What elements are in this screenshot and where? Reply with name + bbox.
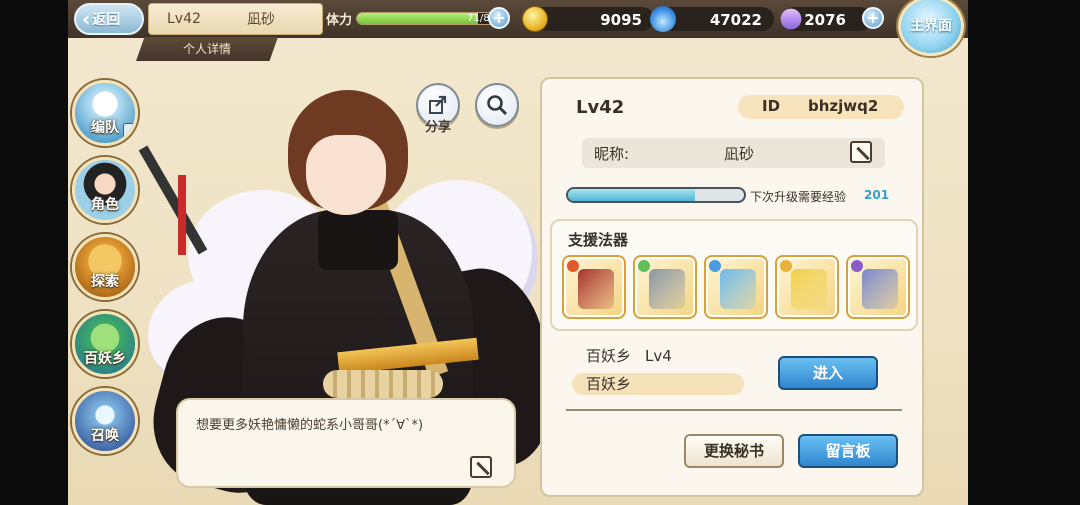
spirit-flame-icon [650,6,676,32]
tassel-icon [178,175,186,255]
home-label: 主界面 [910,18,952,34]
pipe-icon [138,145,208,255]
profile-panel: Lv42 ID bhzjwq2 昵称: 凪砂 下次升级需要经验 201 支援法器… [540,77,924,497]
nickname-field: 昵称: 凪砂 [582,138,885,168]
profile-level: Lv42 [576,97,625,118]
support-items-box: 支援法器 [550,219,918,331]
share-label: 分享 [424,120,451,135]
player-level: Lv42 [167,11,201,27]
add-stamina-button[interactable]: + [488,7,510,29]
village-bar: 百妖乡 [572,373,744,395]
edit-nickname-icon[interactable] [850,141,872,163]
right-frame [968,0,1080,505]
village-info: 百妖乡 Lv4 [586,345,672,366]
side-item-label: 探索 [91,274,119,290]
gem-icon [776,4,806,34]
side-item-summon[interactable]: 召唤 [72,388,138,454]
coin-value: 9095 [600,11,642,29]
side-item-label: 百妖乡 [84,351,126,367]
element-gem-icon [851,260,863,272]
red-fan-item[interactable] [562,255,626,319]
id-value: bhzjwq2 [808,97,879,115]
player-name: 凪砂 [247,12,275,28]
element-gem-icon [709,260,721,272]
character-collar [318,210,398,270]
golden-blade-item[interactable] [775,255,839,319]
purple-sword-item-icon [862,269,898,309]
crossbow-item[interactable] [633,255,697,319]
top-bar: ‹ 返回 Lv42 凪砂 体力 71/81 + 9095 47022 2076 … [68,0,968,38]
red-fan-item-icon [578,269,614,309]
chevron-left-icon: ‹ [82,7,91,31]
player-id-badge[interactable]: ID bhzjwq2 [738,95,904,119]
home-button[interactable]: 主界面 [898,0,964,56]
crossbow-item-icon [649,269,685,309]
spirit-counter: 47022 [650,6,774,32]
speech-bubble: 想要更多妖艳慵懒的蛇系小哥哥(*´∀`*) [176,398,516,488]
back-button[interactable]: ‹ 返回 [74,3,144,35]
exp-label: 下次升级需要经验 [750,190,847,204]
add-gems-button[interactable]: + [862,7,884,29]
bottle-item-icon [720,269,756,309]
edit-speech-icon[interactable] [470,456,492,478]
change-secretary-button[interactable]: 更换秘书 [684,434,784,468]
side-item-team[interactable]: 2 编队 [72,80,138,146]
back-label: 返回 [92,12,121,28]
speech-text: 想要更多妖艳慵懒的蛇系小哥哥(*´∀`*) [196,418,424,433]
support-title: 支援法器 [568,231,629,249]
share-icon [429,95,447,114]
divider [566,409,902,411]
element-gem-icon [638,260,650,272]
left-frame [0,0,68,505]
village-level: Lv4 [645,347,672,365]
side-menu: 2 编队 角色 探索 百妖乡 召唤 [72,80,138,465]
gem-value: 2076 [804,11,846,29]
side-item-label: 召唤 [91,428,119,444]
zoom-button[interactable] [475,83,519,127]
element-gem-icon [567,260,579,272]
bottle-item[interactable] [704,255,768,319]
golden-blade-item-icon [791,269,827,309]
spirit-value: 47022 [709,11,762,29]
coin-icon [522,6,548,32]
side-item-village[interactable]: 百妖乡 [72,311,138,377]
nickname-label: 昵称: [594,145,630,163]
side-item-label: 编队 [91,120,119,136]
side-item-explore[interactable]: 探索 [72,234,138,300]
player-plate: Lv42 凪砂 [148,3,323,35]
element-gem-icon [780,260,792,272]
stamina-meter: 体力 71/81 [326,7,506,31]
purple-sword-item[interactable] [846,255,910,319]
magnifier-icon [487,95,508,116]
character-rope [323,370,443,398]
gem-counter: 2076 [776,4,872,34]
message-board-button[interactable]: 留言板 [798,434,898,468]
personal-details-tab[interactable]: 个人详情 [136,37,278,61]
character-face [306,135,386,215]
exp-fill [568,189,695,201]
village-name: 百妖乡 [586,347,632,365]
stamina-label: 体力 [326,13,353,28]
side-item-label: 角色 [91,197,119,213]
exp-value: 201 [864,188,890,202]
stamina-fill [357,13,479,24]
game-stage: ‹ 返回 Lv42 凪砂 体力 71/81 + 9095 47022 2076 … [68,0,968,505]
id-label: ID [762,97,781,115]
nickname-value: 凪砂 [724,145,755,163]
side-item-character[interactable]: 角色 [72,157,138,223]
exp-bar [566,187,746,203]
enter-village-button[interactable]: 进入 [778,356,878,390]
coin-counter: 9095 [522,6,654,32]
